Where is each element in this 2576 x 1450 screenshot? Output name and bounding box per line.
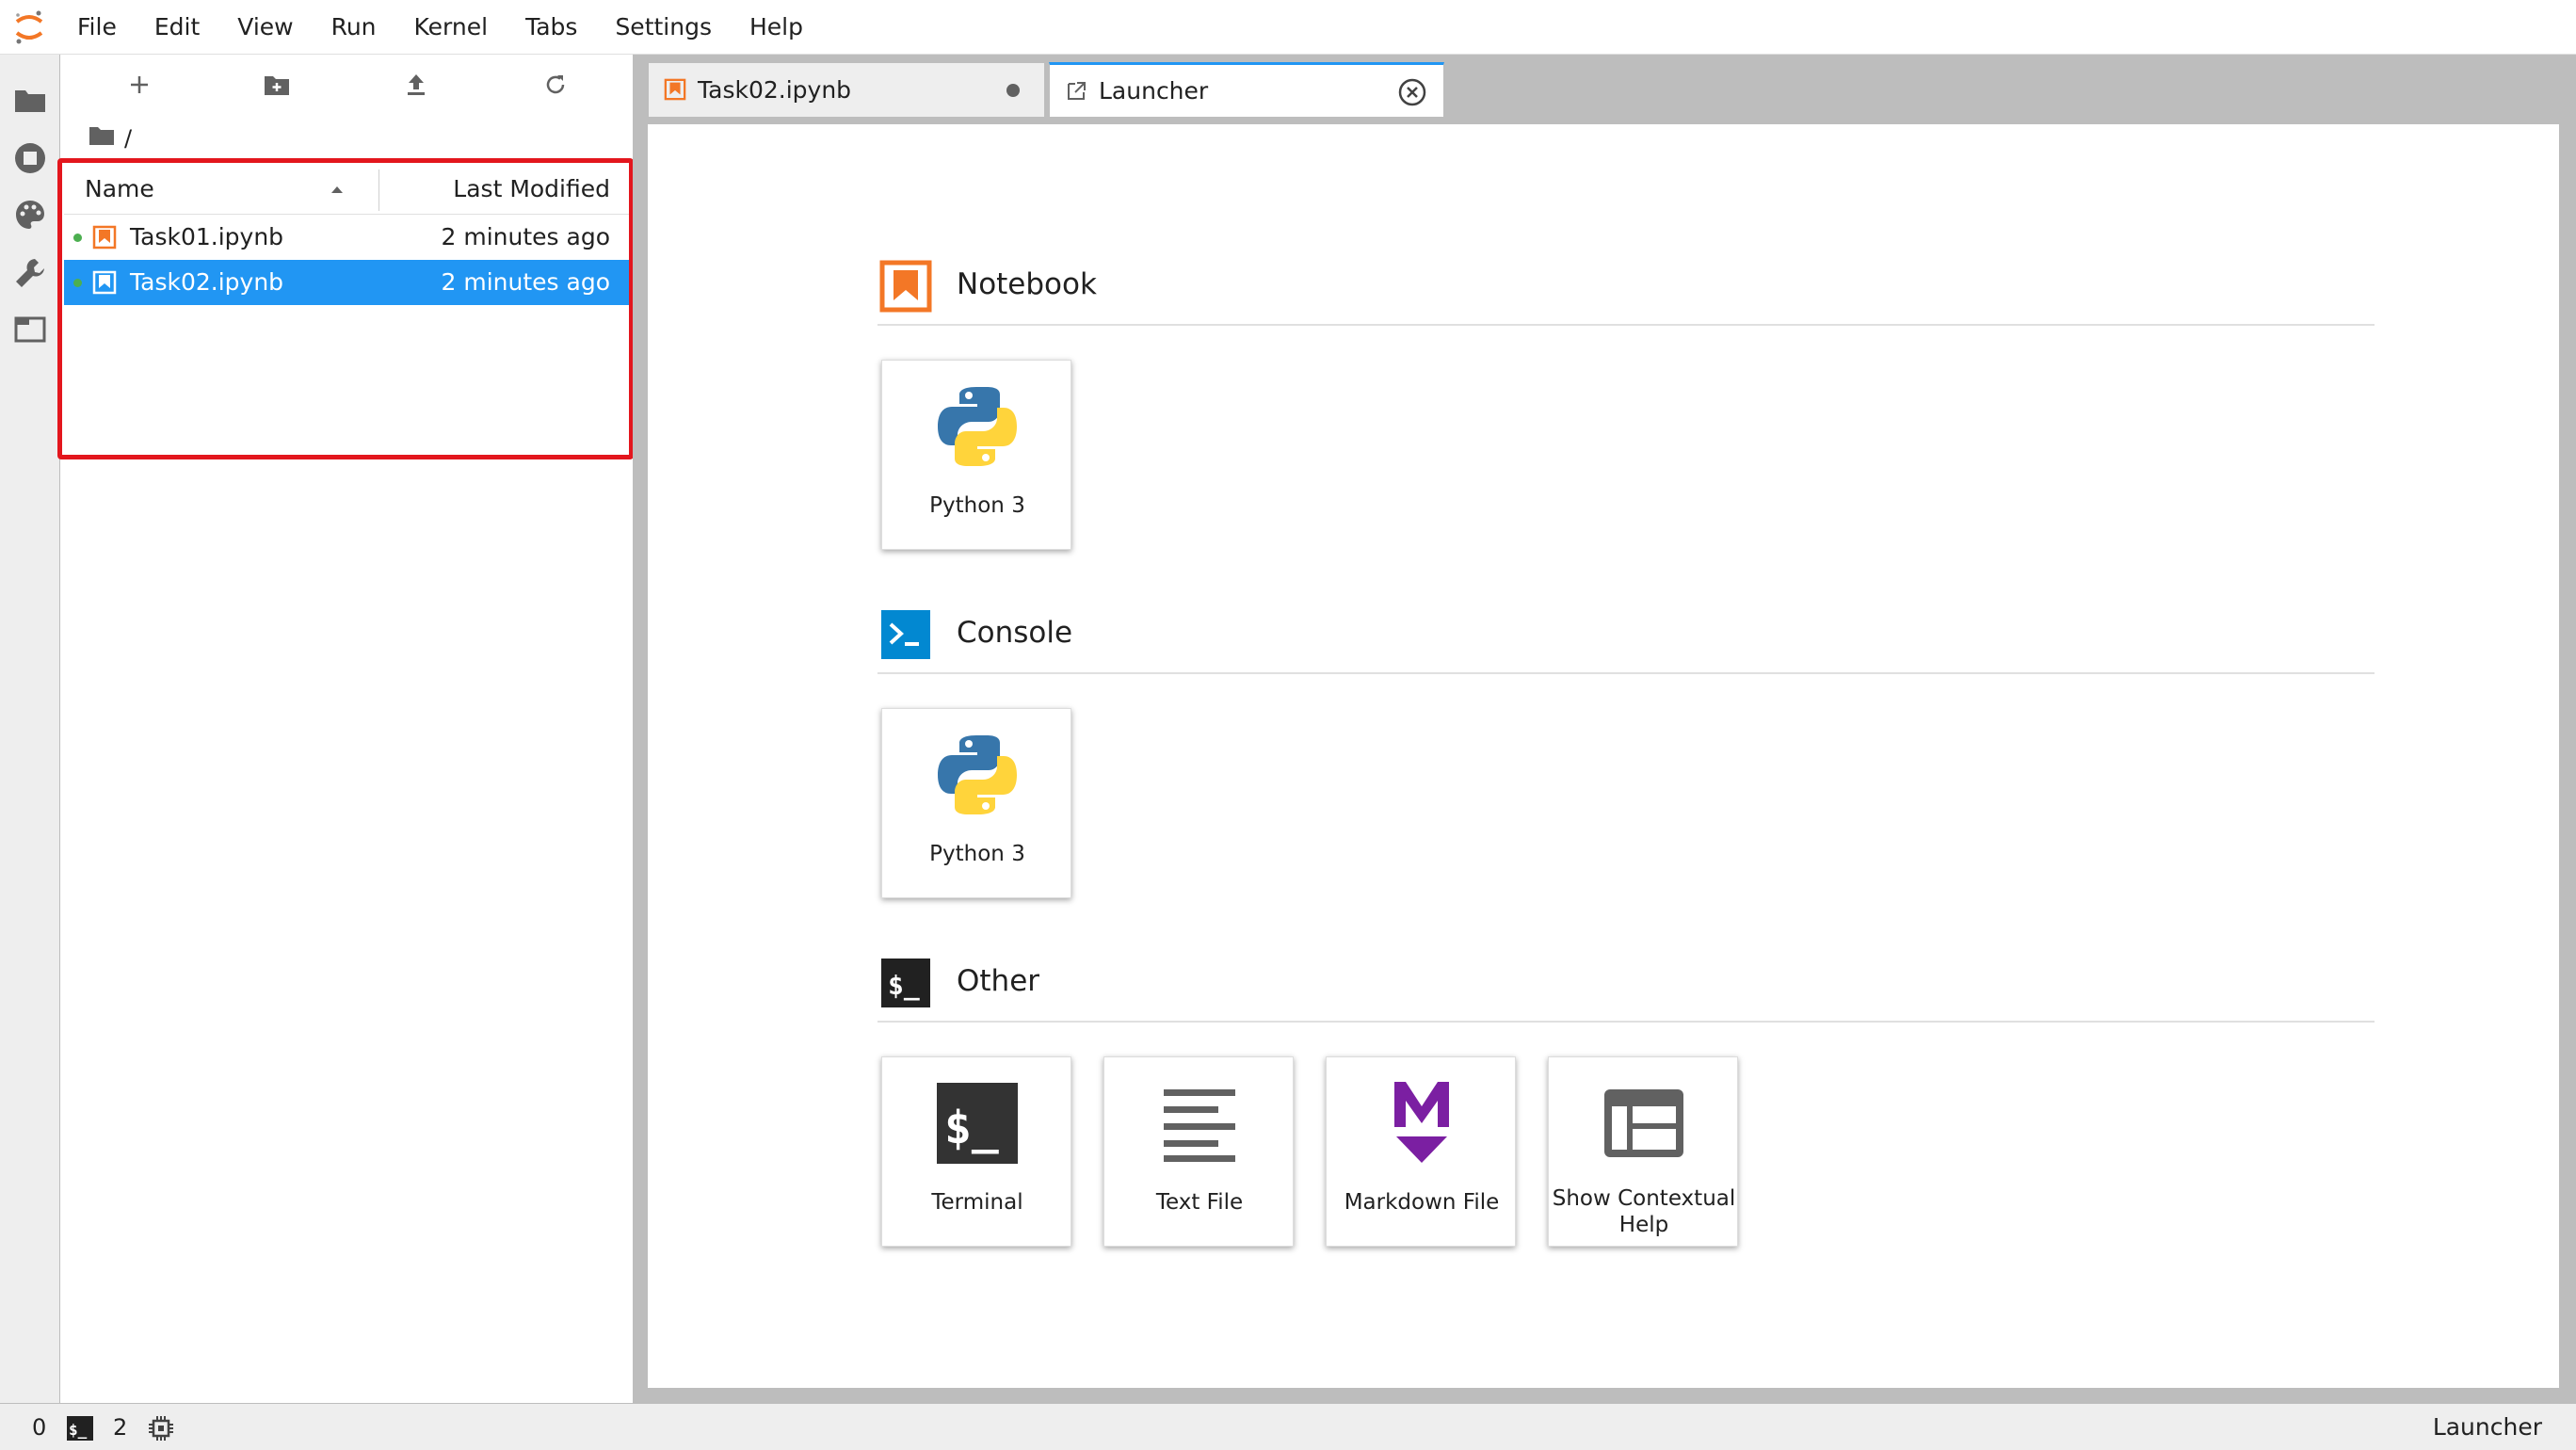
launcher-card-text-file[interactable]: Text File bbox=[1103, 1056, 1294, 1247]
tab-label: Task02.ipynb bbox=[698, 76, 852, 104]
file-row-selected[interactable]: Task02.ipynb 2 minutes ago bbox=[64, 260, 629, 305]
section-other: $_ Other bbox=[877, 951, 2375, 1023]
status-bar: 0 $_ 2 Launcher bbox=[0, 1403, 2576, 1450]
card-label: Markdown File bbox=[1344, 1190, 1500, 1215]
column-header-name[interactable]: Name bbox=[85, 164, 154, 215]
launcher-card-console-python3[interactable]: Python 3 bbox=[881, 708, 1071, 898]
file-list-header: Name Last Modified bbox=[64, 164, 629, 215]
file-browser-toolbar bbox=[60, 55, 633, 113]
markdown-icon bbox=[1375, 1076, 1469, 1170]
launcher-card-contextual-help[interactable]: Show Contextual Help bbox=[1548, 1056, 1738, 1247]
python-logo-icon bbox=[930, 728, 1024, 822]
contextual-help-icon bbox=[1597, 1076, 1691, 1170]
menu-bar: File Edit View Run Kernel Tabs Settings … bbox=[0, 0, 2576, 55]
notebook-file-icon bbox=[92, 270, 117, 295]
text-file-icon bbox=[1152, 1076, 1247, 1170]
file-modified: 2 minutes ago bbox=[441, 268, 610, 296]
menu-edit[interactable]: Edit bbox=[136, 0, 218, 55]
new-launcher-button[interactable] bbox=[121, 66, 158, 104]
home-folder-icon[interactable] bbox=[89, 125, 115, 152]
left-activity-bar bbox=[0, 55, 60, 1403]
breadcrumb: / bbox=[89, 122, 132, 154]
column-divider[interactable] bbox=[378, 169, 379, 211]
cpu-chip-icon[interactable] bbox=[147, 1414, 175, 1448]
menu-file[interactable]: File bbox=[58, 0, 136, 55]
file-name: Task01.ipynb bbox=[130, 223, 284, 250]
menu-settings[interactable]: Settings bbox=[596, 0, 731, 55]
file-browser-panel: / Name Last Modified Task01.ipynb 2 minu… bbox=[60, 55, 633, 1403]
file-modified: 2 minutes ago bbox=[441, 223, 610, 250]
palette-icon[interactable] bbox=[11, 196, 49, 234]
jupyter-logo-icon bbox=[0, 0, 58, 55]
breadcrumb-root[interactable]: / bbox=[124, 125, 132, 152]
section-title: Notebook bbox=[957, 267, 1097, 301]
column-header-last-modified[interactable]: Last Modified bbox=[453, 164, 610, 215]
tab-bar: Task02.ipynb Launcher bbox=[648, 62, 1448, 117]
file-list: Name Last Modified Task01.ipynb 2 minute… bbox=[64, 164, 629, 465]
folder-icon[interactable] bbox=[11, 81, 49, 119]
tab-task02[interactable]: Task02.ipynb bbox=[648, 62, 1045, 117]
section-title: Console bbox=[957, 616, 1073, 650]
tab-launcher[interactable]: Launcher bbox=[1049, 62, 1444, 117]
launcher-card-terminal[interactable]: $_ Terminal bbox=[881, 1056, 1071, 1247]
section-title: Other bbox=[957, 964, 1040, 998]
card-label: Text File bbox=[1155, 1190, 1244, 1215]
new-folder-button[interactable] bbox=[258, 66, 296, 104]
terminal-status-icon[interactable]: $_ bbox=[66, 1415, 94, 1447]
launcher-panel: Notebook Python 3 Console Python 3 $_ Ot… bbox=[648, 124, 2559, 1388]
tabs-icon[interactable] bbox=[11, 311, 49, 348]
section-console: Console bbox=[877, 603, 2375, 674]
launch-icon bbox=[1065, 80, 1087, 103]
refresh-button[interactable] bbox=[537, 66, 574, 104]
status-current-activity: Launcher bbox=[2432, 1413, 2542, 1441]
python-logo-icon bbox=[930, 379, 1024, 474]
notebook-tab-icon bbox=[664, 78, 686, 101]
card-label: Show Contextual Help bbox=[1552, 1186, 1736, 1237]
running-indicator-icon bbox=[73, 233, 82, 242]
unsaved-dot-icon[interactable] bbox=[999, 76, 1027, 105]
kernels-count[interactable]: 0 bbox=[32, 1404, 46, 1450]
main-dock-area: Task02.ipynb Launcher Notebook Python 3 … bbox=[633, 55, 2576, 1403]
wrench-icon[interactable] bbox=[11, 254, 49, 292]
running-icon[interactable] bbox=[11, 139, 49, 177]
menu-tabs[interactable]: Tabs bbox=[507, 0, 596, 55]
tab-label: Launcher bbox=[1099, 77, 1209, 105]
upload-button[interactable] bbox=[397, 66, 435, 104]
svg-text:$_: $_ bbox=[69, 1421, 88, 1439]
card-label: Terminal bbox=[931, 1190, 1023, 1215]
card-label: Python 3 bbox=[929, 493, 1025, 518]
svg-text:$_: $_ bbox=[888, 970, 920, 1001]
notebook-file-icon bbox=[92, 225, 117, 250]
menu-view[interactable]: View bbox=[218, 0, 312, 55]
sort-ascending-icon[interactable] bbox=[330, 181, 345, 199]
close-tab-icon[interactable] bbox=[1398, 78, 1426, 106]
console-section-icon bbox=[879, 608, 930, 659]
menu-kernel[interactable]: Kernel bbox=[395, 0, 507, 55]
menu-help[interactable]: Help bbox=[731, 0, 822, 55]
menu-run[interactable]: Run bbox=[313, 0, 395, 55]
file-name: Task02.ipynb bbox=[130, 268, 284, 296]
file-row[interactable]: Task01.ipynb 2 minutes ago bbox=[64, 215, 629, 260]
terminals-count[interactable]: 2 bbox=[113, 1404, 127, 1450]
notebook-section-icon bbox=[879, 260, 932, 313]
launcher-card-notebook-python3[interactable]: Python 3 bbox=[881, 360, 1071, 550]
terminal-icon: $_ bbox=[930, 1076, 1024, 1170]
other-section-icon: $_ bbox=[879, 957, 930, 1007]
svg-text:$_: $_ bbox=[944, 1102, 999, 1154]
card-label: Python 3 bbox=[929, 842, 1025, 866]
launcher-card-markdown-file[interactable]: Markdown File bbox=[1326, 1056, 1516, 1247]
section-notebook: Notebook bbox=[877, 254, 2375, 326]
running-indicator-icon bbox=[73, 278, 82, 287]
